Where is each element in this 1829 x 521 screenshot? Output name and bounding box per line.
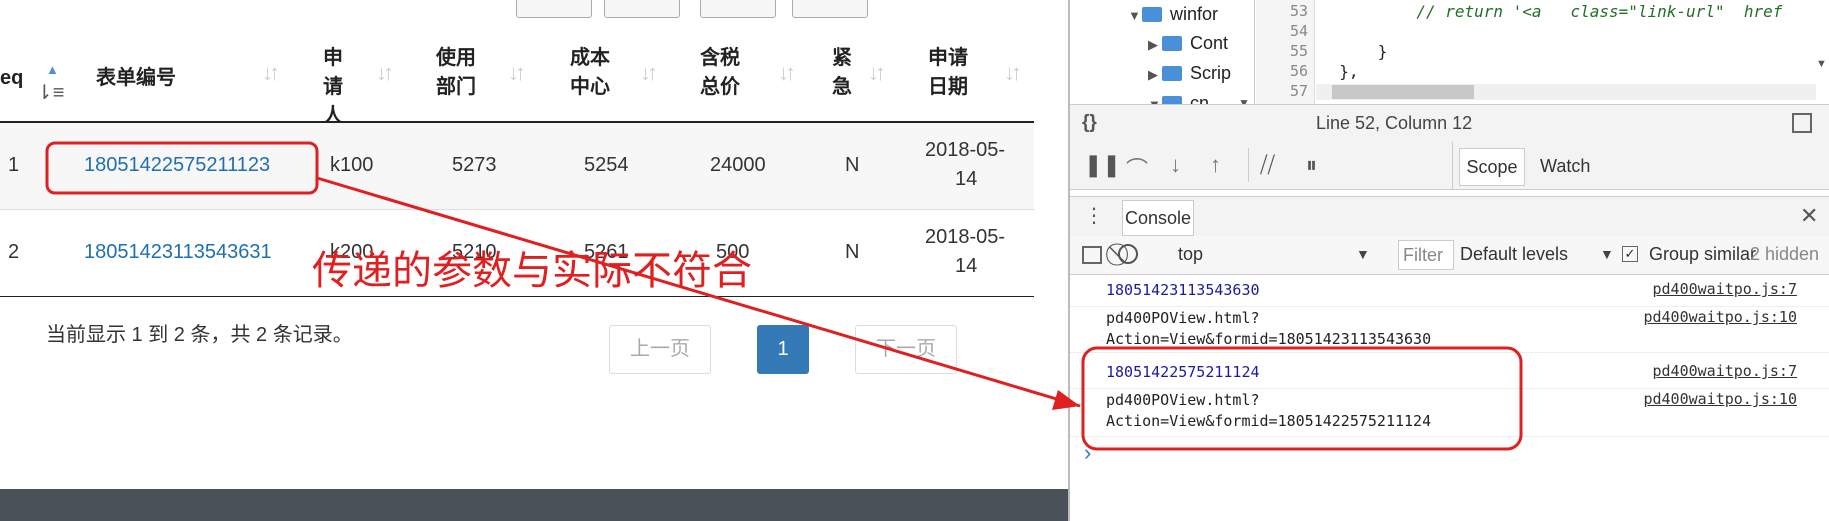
annotation-text: 传递的参数与实际不符合 bbox=[312, 248, 752, 294]
arrow-head-icon bbox=[1052, 390, 1080, 410]
annotation-box-source bbox=[45, 141, 319, 195]
annotation-overlay bbox=[45, 141, 1523, 451]
annotation-box-console bbox=[1081, 346, 1523, 451]
